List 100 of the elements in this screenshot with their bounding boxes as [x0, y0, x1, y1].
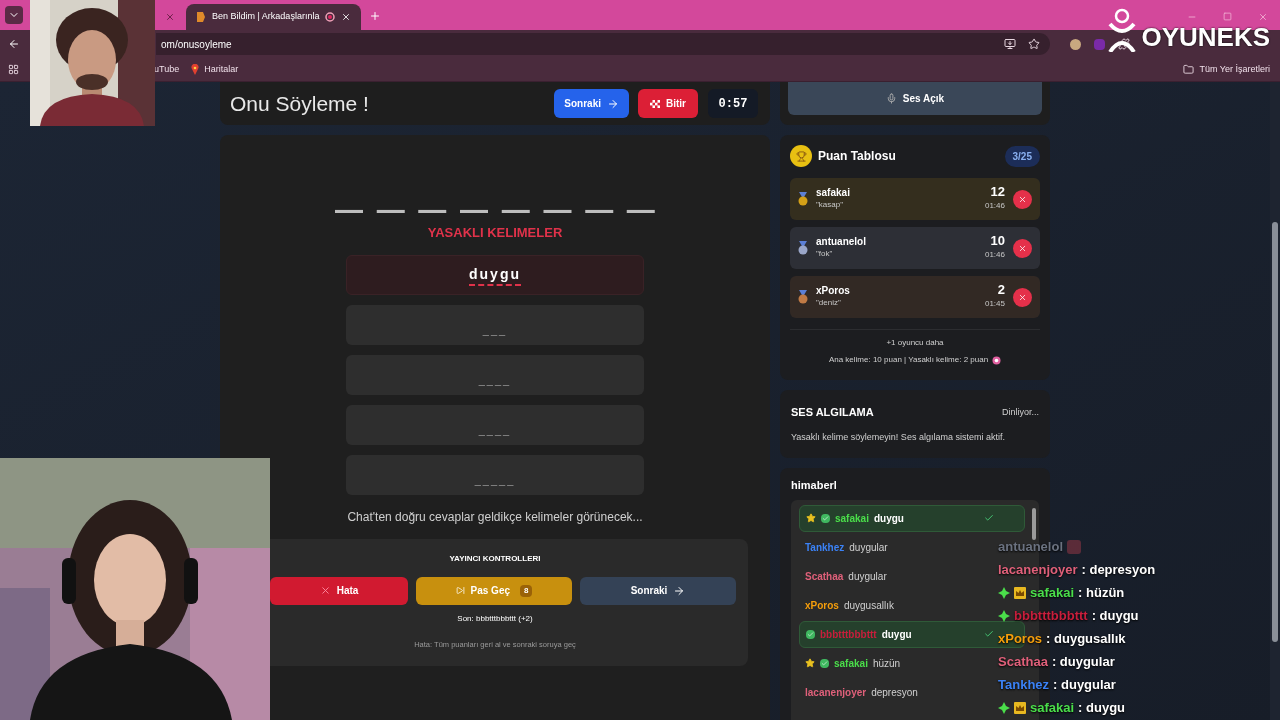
arrow-icon: [673, 584, 686, 597]
folder-icon: [1183, 64, 1195, 75]
target-icon: [992, 355, 1002, 365]
stream-chat-message: : duygu: [1091, 606, 1139, 625]
stream-chat-username: bbbtttbbbttt: [1014, 606, 1088, 625]
forbidden-word: ___: [482, 323, 508, 338]
player-word: "kasap": [816, 199, 845, 211]
remove-button[interactable]: [1013, 189, 1032, 209]
bookmark-star-icon[interactable]: [1028, 38, 1040, 50]
tab-title: Ben Bildim | Arkadaşlarınla: [212, 10, 320, 24]
controls-title: YAYINCI KONTROLLERI: [449, 552, 541, 565]
chat-text: duygu: [881, 627, 912, 642]
check-icon: [984, 513, 994, 523]
stream-chat-username: Scathaa: [998, 652, 1048, 671]
chat-username: safakai: [834, 656, 868, 671]
stream-chat-message: : duygu: [1078, 698, 1126, 717]
stream-chat-message: : duygular: [1051, 652, 1115, 671]
stream-chat-username: safakai: [1030, 583, 1075, 602]
close-icon: [1018, 292, 1027, 302]
chat-username: Tankhez: [805, 540, 845, 555]
pass-button[interactable]: Pas Geç 8: [416, 576, 572, 605]
stream-chat-username: antuanelol: [998, 537, 1063, 556]
logo: OYUNEKS: [1141, 22, 1270, 52]
chat-text: duygular: [848, 569, 887, 584]
next-button[interactable]: Sonraki: [554, 89, 629, 118]
last-answer: Son: bbbtttbbbttt (+2): [457, 612, 533, 625]
chat-username: Scathaa: [805, 569, 844, 584]
url-text: om/onusoyleme: [161, 37, 232, 52]
favicon-icon: [196, 11, 206, 23]
chat-text: hüzün: [872, 656, 901, 671]
new-tab-icon[interactable]: [369, 10, 382, 22]
voice-status: Dinliyor...: [1002, 405, 1039, 419]
extension-icon[interactable]: [1070, 38, 1081, 50]
bookmark-link[interactable]: Haritalar: [204, 62, 239, 77]
close-icon[interactable]: [341, 12, 352, 22]
chat-channel: himaberl: [791, 478, 838, 493]
apps-icon[interactable]: [8, 64, 19, 75]
chat-text: duygular: [849, 540, 888, 555]
hint-text: Chat'ten doğru cevaplar geldikçe kelimeler görünecek...: [347, 508, 643, 526]
back-icon[interactable]: [8, 38, 20, 50]
close-icon: [1018, 243, 1027, 253]
pass-count: 8: [520, 584, 533, 597]
player-score: 2: [997, 283, 1005, 297]
scoring-rules: Ana kelime: 10 puan | Yasaklı kelime: 2 puan: [828, 354, 989, 366]
check-icon: [984, 629, 994, 639]
map-pin-icon: [191, 64, 200, 75]
player-name: antuanelol: [816, 236, 866, 248]
hidden-word: ________: [334, 163, 670, 211]
player-time: 01:45: [984, 298, 1005, 310]
stream-chat-username: safakai: [1030, 698, 1075, 717]
next-button[interactable]: Sonraki: [580, 576, 736, 605]
stream-chat-message: : hüzün: [1078, 583, 1125, 602]
stream-chat-username: lacanenjoyer: [998, 560, 1078, 579]
tab-list-button[interactable]: [5, 6, 23, 24]
forbidden-word: duygu: [469, 265, 521, 284]
microphone-icon: [885, 93, 897, 104]
remove-button[interactable]: [1013, 238, 1032, 258]
chat-username: lacanenjoyer: [805, 685, 867, 700]
player-name: safakai: [816, 187, 850, 199]
browser-tab[interactable]: Ben Bildim | Arkadaşlarınla: [186, 4, 362, 30]
scoreboard-title: Puan Tablosu: [818, 148, 896, 165]
round-badge: 3/25: [1004, 145, 1040, 167]
stream-chat-message: : duygular: [1053, 675, 1116, 694]
chat-username: safakai: [835, 511, 869, 526]
chat-text: duygusallık: [843, 598, 894, 613]
stream-chat-username: xPoros: [998, 629, 1043, 648]
address-bar[interactable]: om/onusoyleme: [156, 33, 1050, 55]
arrow-icon: [607, 97, 619, 110]
checkered-flag-icon: [650, 99, 660, 108]
trophy-icon: [790, 145, 812, 167]
chat-text: duygu: [873, 511, 904, 526]
remove-button[interactable]: [1013, 287, 1032, 307]
sound-button[interactable]: Ses Açık: [788, 82, 1042, 115]
player-name: xPoros: [816, 285, 850, 297]
timer: 0:57: [708, 89, 758, 118]
stream-chat-message: : depresyon: [1081, 560, 1156, 579]
player-time: 01:46: [984, 249, 1005, 261]
install-icon[interactable]: [1004, 38, 1016, 50]
section-title: YASAKLI KELIMELER: [427, 224, 563, 242]
forbidden-word: ____: [478, 373, 512, 388]
chat-text: depresyon: [871, 685, 918, 700]
scrollbar[interactable]: [1032, 507, 1036, 540]
forbidden-word: ____: [478, 423, 512, 438]
more-players: +1 oyuncu daha: [886, 337, 944, 349]
bookmark-link[interactable]: uTube: [154, 62, 180, 77]
voice-text: Yasaklı kelime söylemeyin! Ses algılama sistemi aktif.: [791, 430, 1006, 444]
finish-button[interactable]: Bitir: [638, 89, 698, 118]
error-button[interactable]: Hata: [270, 576, 408, 605]
bookmark-link[interactable]: Tüm Yer İşaretleri: [1199, 62, 1270, 77]
player-time: 01:46: [984, 200, 1005, 212]
player-word: "deniz": [816, 297, 842, 309]
game-title: Onu Söyleme !: [230, 90, 369, 117]
extensions-icon[interactable]: [1118, 38, 1130, 50]
close-icon: [1018, 194, 1027, 204]
voice-title: SES ALGILAMA: [791, 405, 874, 420]
player-score: 10: [990, 234, 1005, 248]
stream-chat-message: : duygusallık: [1046, 629, 1126, 648]
emote-icon: [1067, 539, 1081, 554]
scrollbar[interactable]: [1272, 222, 1278, 642]
close-icon: [319, 585, 331, 596]
